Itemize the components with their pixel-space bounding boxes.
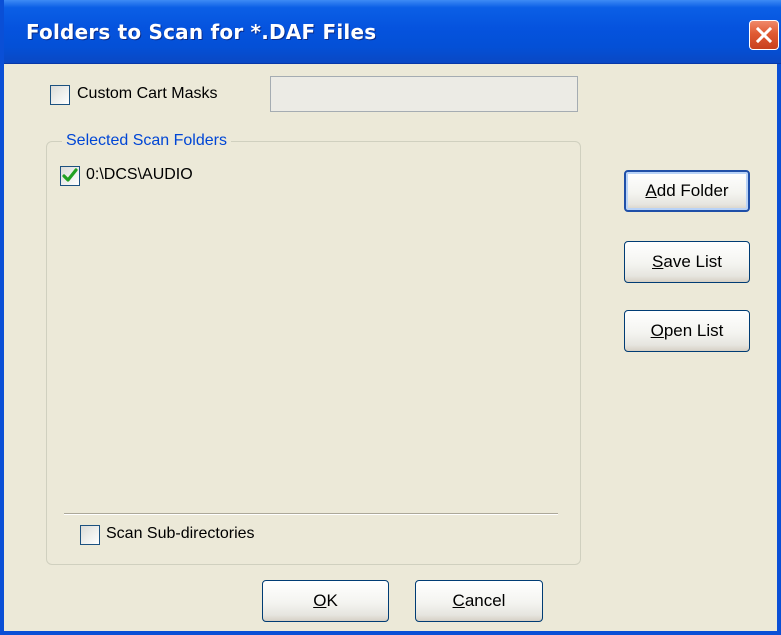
- add-folder-accel: A: [645, 181, 657, 200]
- close-icon: [755, 26, 773, 44]
- selected-scan-folders-label: Selected Scan Folders: [62, 132, 231, 150]
- ok-accel: O: [313, 591, 327, 610]
- close-button[interactable]: [749, 20, 779, 50]
- add-folder-label: dd Folder: [656, 181, 729, 200]
- open-list-accel: O: [650, 321, 664, 340]
- window-title: Folders to Scan for *.DAF Files: [26, 20, 377, 44]
- custom-cart-masks-label: Custom Cart Masks: [77, 85, 218, 102]
- selected-scan-folders-group: [46, 141, 581, 565]
- custom-cart-masks-checkbox[interactable]: [50, 85, 70, 105]
- open-list-button[interactable]: Open List: [624, 310, 750, 352]
- folder-path-label: 0:\DCS\AUDIO: [86, 166, 193, 183]
- add-folder-button[interactable]: Add Folder: [624, 170, 750, 212]
- save-list-button[interactable]: Save List: [624, 241, 750, 283]
- custom-cart-masks-input[interactable]: [270, 76, 578, 112]
- check-mark-icon: [62, 168, 78, 182]
- group-separator: [64, 513, 558, 515]
- cancel-label: ancel: [464, 591, 506, 610]
- cancel-accel: C: [452, 591, 465, 610]
- open-list-label: pen List: [663, 321, 724, 340]
- scan-subdirectories-checkbox[interactable]: [80, 525, 100, 545]
- folder-checkbox[interactable]: [60, 166, 80, 186]
- scan-subdirectories-label: Scan Sub-directories: [106, 525, 255, 542]
- title-bar[interactable]: Folders to Scan for *.DAF Files: [4, 0, 781, 64]
- dialog-window: Folders to Scan for *.DAF Files Custom C…: [0, 0, 781, 635]
- save-list-accel: S: [652, 252, 664, 271]
- ok-button[interactable]: OK: [262, 580, 389, 622]
- cancel-button[interactable]: Cancel: [415, 580, 543, 622]
- ok-label: K: [326, 591, 338, 610]
- save-list-label: ave List: [663, 252, 722, 271]
